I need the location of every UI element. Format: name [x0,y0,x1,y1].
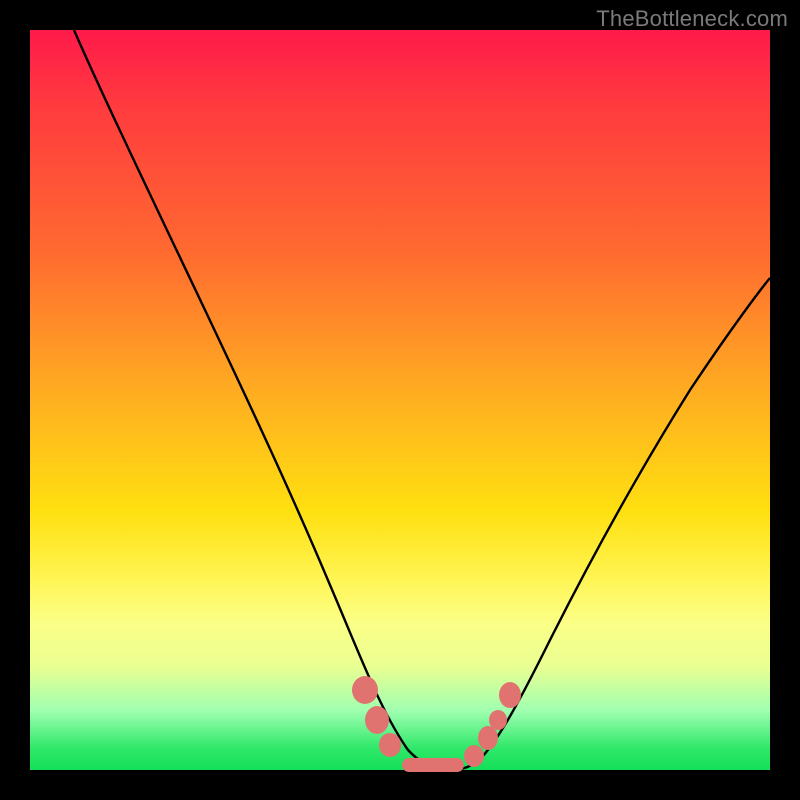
chart-frame: TheBottleneck.com [0,0,800,800]
marker-dot [464,745,484,767]
marker-dot [352,676,378,704]
highlight-markers-group [352,676,521,772]
marker-bar [402,758,464,772]
marker-dot [489,710,507,730]
marker-dot [478,726,498,750]
plot-area [30,30,770,770]
watermark-text: TheBottleneck.com [596,6,788,32]
curve-layer [30,30,770,770]
marker-dot [379,733,401,757]
bottleneck-curve-path [74,30,770,770]
marker-dot [499,682,521,708]
marker-dot [365,706,389,734]
